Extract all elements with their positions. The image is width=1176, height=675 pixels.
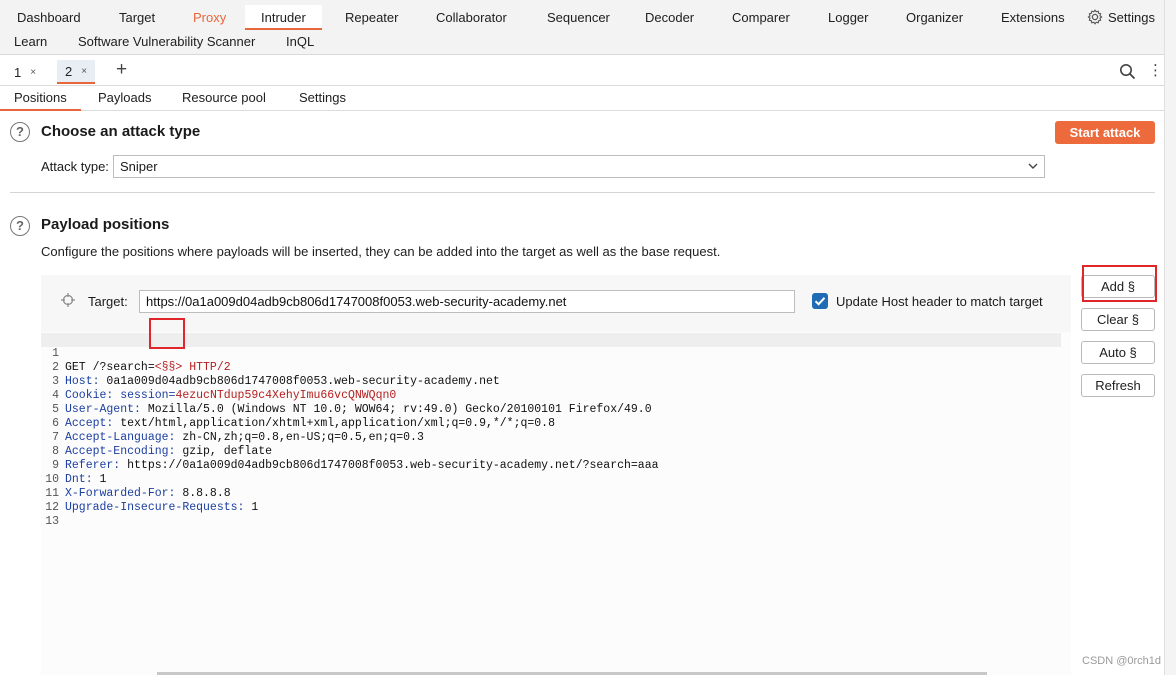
start-attack-button[interactable]: Start attack	[1055, 121, 1155, 144]
crosshair-icon	[61, 293, 75, 307]
target-row: Target: https://0a1a009d04adb9cb806d1747…	[41, 288, 1071, 316]
intruder-sub-tabs: Positions Payloads Resource pool Setting…	[0, 86, 1164, 111]
watermark: CSDN @0rch1d	[1082, 655, 1162, 667]
more-options-icon[interactable]: ⋮	[1148, 63, 1163, 78]
request-line: 4 User-Agent: Mozilla/5.0 (Windows NT 10…	[41, 375, 1061, 416]
menu-proxy[interactable]: Proxy	[193, 10, 226, 25]
menu-sequencer[interactable]: Sequencer	[547, 10, 610, 25]
menu-learn[interactable]: Learn	[14, 34, 47, 49]
menu-settings[interactable]: Settings	[1087, 9, 1155, 25]
request-editor[interactable]: 1 GET /?search=<§§> HTTP/2 2 Host: 0a1a0…	[41, 332, 1071, 675]
menu-vulnerability-scanner[interactable]: Software Vulnerability Scanner	[78, 34, 255, 49]
update-host-checkbox[interactable]	[812, 293, 828, 309]
attack-type-title: Choose an attack type	[41, 123, 201, 140]
request-line: 13	[41, 501, 1061, 528]
target-url-input[interactable]: https://0a1a009d04adb9cb806d1747008f0053…	[139, 290, 795, 313]
menu-collaborator[interactable]: Collaborator	[436, 10, 507, 25]
target-url-value: https://0a1a009d04adb9cb806d1747008f0053…	[146, 294, 567, 309]
gear-icon	[1087, 9, 1103, 25]
request-line: 1 GET /?search=<§§> HTTP/2	[41, 333, 1061, 374]
main-menu-bar: Dashboard Target Proxy Intruder Repeater…	[0, 0, 1164, 55]
annotation-highlight-marker	[149, 318, 185, 349]
line-number: 13	[45, 515, 59, 528]
search-icon[interactable]	[1119, 63, 1136, 80]
request-line: 3 Cookie: session=4ezucNTdup59c4XehyImu6…	[41, 361, 1061, 402]
instance-tab-label: 2	[65, 63, 73, 79]
settings-label: Settings	[1108, 9, 1155, 25]
instance-tab-2[interactable]: 2 ×	[57, 60, 96, 84]
attack-type-value: Sniper	[120, 159, 158, 174]
close-icon[interactable]: ×	[81, 66, 87, 77]
menu-extensions[interactable]: Extensions	[1001, 10, 1065, 25]
vertical-scrollbar[interactable]	[1164, 0, 1176, 675]
payload-positions-description: Configure the positions where payloads w…	[41, 244, 721, 259]
menu-dashboard[interactable]: Dashboard	[17, 10, 81, 25]
menu-organizer[interactable]: Organizer	[906, 10, 963, 25]
help-icon[interactable]: ?	[10, 122, 30, 142]
refresh-button[interactable]: Refresh	[1081, 374, 1155, 397]
auto-marker-button[interactable]: Auto §	[1081, 341, 1155, 364]
instance-tab-1[interactable]: 1 ×	[6, 60, 44, 84]
annotation-highlight-add	[1082, 265, 1157, 302]
request-line: 11 Upgrade-Insecure-Requests: 1	[41, 473, 1061, 514]
attack-type-label: Attack type:	[41, 159, 109, 174]
intruder-instance-tabs: 1 × 2 × +	[0, 55, 1164, 86]
request-line: 6 Accept-Language: zh-CN,zh;q=0.8,en-US;…	[41, 403, 1061, 444]
instance-tab-label: 1	[14, 64, 22, 80]
menu-logger[interactable]: Logger	[828, 10, 868, 25]
payload-positions-title: Payload positions	[41, 216, 170, 233]
update-host-label: Update Host header to match target	[836, 294, 1043, 309]
request-line: 9 Dnt: 1	[41, 445, 1061, 486]
menu-target[interactable]: Target	[119, 10, 155, 25]
add-tab-icon[interactable]: +	[116, 60, 127, 79]
tab-resource-pool[interactable]: Resource pool	[182, 90, 266, 105]
menu-inql[interactable]: InQL	[286, 34, 314, 49]
attack-type-select[interactable]: Sniper	[113, 155, 1045, 178]
close-icon[interactable]: ×	[30, 67, 36, 78]
tab-payloads[interactable]: Payloads	[98, 90, 151, 105]
menu-intruder[interactable]: Intruder	[245, 5, 322, 30]
menu-decoder[interactable]: Decoder	[645, 10, 694, 25]
request-line: 10 X-Forwarded-For: 8.8.8.8	[41, 459, 1061, 500]
tab-settings[interactable]: Settings	[299, 90, 346, 105]
chevron-down-icon[interactable]	[1027, 160, 1039, 172]
help-icon[interactable]: ?	[10, 216, 30, 236]
menu-comparer[interactable]: Comparer	[732, 10, 790, 25]
target-label: Target:	[88, 294, 128, 309]
request-line: 2 Host: 0a1a009d04adb9cb806d1747008f0053…	[41, 347, 1061, 388]
checkmark-icon	[814, 297, 826, 306]
request-line: 5 Accept: text/html,application/xhtml+xm…	[41, 389, 1061, 430]
menu-repeater[interactable]: Repeater	[345, 10, 398, 25]
request-line: 12	[41, 487, 1061, 514]
tab-positions[interactable]: Positions	[0, 86, 81, 111]
request-line: 7 Accept-Encoding: gzip, deflate	[41, 417, 1061, 458]
request-line: 8 Referer: https://0a1a009d04adb9cb806d1…	[41, 431, 1061, 472]
section-divider	[10, 192, 1155, 193]
clear-marker-button[interactable]: Clear §	[1081, 308, 1155, 331]
